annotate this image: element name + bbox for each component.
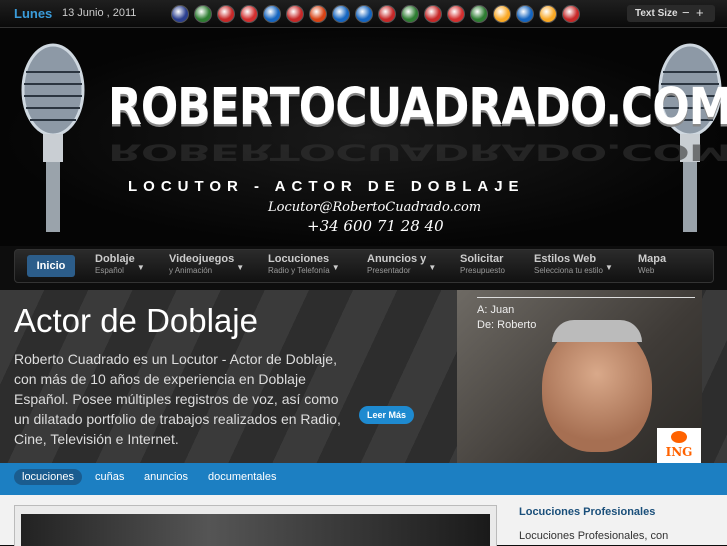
tab-documentales[interactable]: documentales <box>208 471 277 483</box>
tab-cunas[interactable]: cuñas <box>95 471 124 483</box>
nav-item-subtitle: Selecciona tu estilo <box>534 266 603 275</box>
nav-item-subtitle: y Animación <box>169 266 213 275</box>
nav-item-title: Mapa <box>638 253 667 265</box>
nav-item-locuciones[interactable]: Locuciones Radio y Telefonía ▼ <box>268 253 340 279</box>
site-header: ROBERTOCUADRADO.COM ROBERTOCUADRADO.COM … <box>0 28 727 246</box>
sidebar-text: Locuciones Profesionales, con <box>519 530 669 542</box>
language-flags <box>171 5 580 23</box>
lion-icon <box>671 431 687 443</box>
nav-item-title: Estilos Web <box>534 253 597 265</box>
microphone-icon <box>21 43 85 232</box>
category-tabs: locuciones cuñas anuncios documentales <box>0 463 727 495</box>
german-flag-icon[interactable] <box>378 5 396 23</box>
danish-flag-icon[interactable] <box>286 5 304 23</box>
nav-item-videojuegos[interactable]: Videojuegos y Animación ▼ <box>169 253 244 279</box>
dropdown-arrow-icon: ▼ <box>136 263 145 272</box>
hero-title: Actor de Doblaje <box>14 302 258 339</box>
content-area: Locuciones Profesionales Locuciones Prof… <box>0 495 727 546</box>
hero-photo: A: Juan De: Roberto ING <box>457 290 702 463</box>
sidebar-title[interactable]: Locuciones Profesionales <box>519 506 655 518</box>
photo-caption-to: A: Juan <box>477 304 515 316</box>
video-frame[interactable] <box>21 514 490 546</box>
nav-item-subtitle: Web <box>638 266 655 275</box>
dutch-flag-icon[interactable] <box>309 5 327 23</box>
polish-flag-icon[interactable] <box>447 5 465 23</box>
nav-item-title: Solicitar <box>460 253 504 265</box>
nav-item-mapa[interactable]: Mapa Web <box>638 253 666 279</box>
dropdown-arrow-icon: ▼ <box>331 263 340 272</box>
dropdown-arrow-icon: ▼ <box>605 263 613 272</box>
top-bar: Lunes 13 Junio , 2011 Text Size − + <box>0 0 727 28</box>
nav-item-subtitle: Presentador <box>367 266 411 275</box>
italian-flag-icon[interactable] <box>401 5 419 23</box>
dropdown-arrow-icon: ▼ <box>236 263 245 272</box>
french-flag-icon[interactable] <box>355 5 373 23</box>
hero-banner: Actor de Doblaje Roberto Cuadrado es un … <box>0 290 727 463</box>
photo-caption-from: De: Roberto <box>477 319 537 331</box>
text-size-label: Text Size <box>635 8 678 19</box>
arabic-flag-icon[interactable] <box>194 5 212 23</box>
nav-item-title: Videojuegos <box>169 253 235 265</box>
nav-item-doblaje[interactable]: Doblaje Español ▼ <box>95 253 145 279</box>
nav-item-estilos-web[interactable]: Estilos Web Selecciona tu estilo ▼ <box>534 253 613 279</box>
current-day: Lunes <box>14 6 53 21</box>
tab-anuncios[interactable]: anuncios <box>144 471 188 483</box>
nav-item-subtitle: Español <box>95 266 124 275</box>
portuguese-flag-icon[interactable] <box>470 5 488 23</box>
text-size-control: Text Size − + <box>627 5 715 22</box>
nav-item-anuncios[interactable]: Anuncios y Presentador ▼ <box>367 253 436 279</box>
logo-reflection: ROBERTOCUADRADO.COM <box>108 138 727 165</box>
increase-text-button[interactable]: + <box>696 5 704 20</box>
photo-divider <box>477 297 695 298</box>
romanian-flag-icon[interactable] <box>493 5 511 23</box>
serbian-flag-icon[interactable] <box>562 5 580 23</box>
finnish-flag-icon[interactable] <box>332 5 350 23</box>
dropdown-arrow-icon: ▼ <box>428 263 437 272</box>
nav-item-title: Anuncios y <box>367 253 427 265</box>
norwegian-flag-icon[interactable] <box>424 5 442 23</box>
spanish-flag-icon[interactable] <box>539 5 557 23</box>
russian-flag-icon[interactable] <box>516 5 534 23</box>
nav-item-title: Doblaje <box>95 253 135 265</box>
nav-item-solicitar[interactable]: Solicitar Presupuesto <box>460 253 505 279</box>
nav-item-inicio[interactable]: Inicio <box>27 255 75 277</box>
site-logo-title[interactable]: ROBERTOCUADRADO.COM <box>108 78 727 137</box>
nav-item-title: Locuciones <box>268 253 330 265</box>
site-tagline: LOCUTOR - ACTOR DE DOBLAJE <box>128 178 525 195</box>
decrease-text-button[interactable]: − <box>682 5 690 20</box>
tab-locuciones[interactable]: locuciones <box>14 469 82 485</box>
ing-logo-text: ING <box>665 445 693 459</box>
read-more-button[interactable]: Leer Más <box>359 406 414 424</box>
nav-item-subtitle: Presupuesto <box>460 266 505 275</box>
contact-email: Locutor@RobertoCuadrado.com <box>268 200 482 215</box>
video-player[interactable] <box>14 505 497 546</box>
catalan-flag-icon[interactable] <box>240 5 258 23</box>
english-flag-icon[interactable] <box>171 5 189 23</box>
contact-phone: +34 600 71 28 40 <box>307 217 444 235</box>
main-nav: Inicio Doblaje Español ▼ Videojuegos y A… <box>14 249 714 283</box>
hero-description: Roberto Cuadrado es un Locutor - Actor d… <box>14 351 341 447</box>
ing-logo: ING <box>657 428 701 463</box>
nav-item-subtitle: Radio y Telefonía <box>268 266 330 275</box>
photo-caption: A: Juan De: Roberto <box>477 303 536 333</box>
belarus-flag-icon[interactable] <box>217 5 235 23</box>
czech-flag-icon[interactable] <box>263 5 281 23</box>
current-date: 13 Junio , 2011 <box>62 7 137 19</box>
person-hair <box>552 320 642 342</box>
